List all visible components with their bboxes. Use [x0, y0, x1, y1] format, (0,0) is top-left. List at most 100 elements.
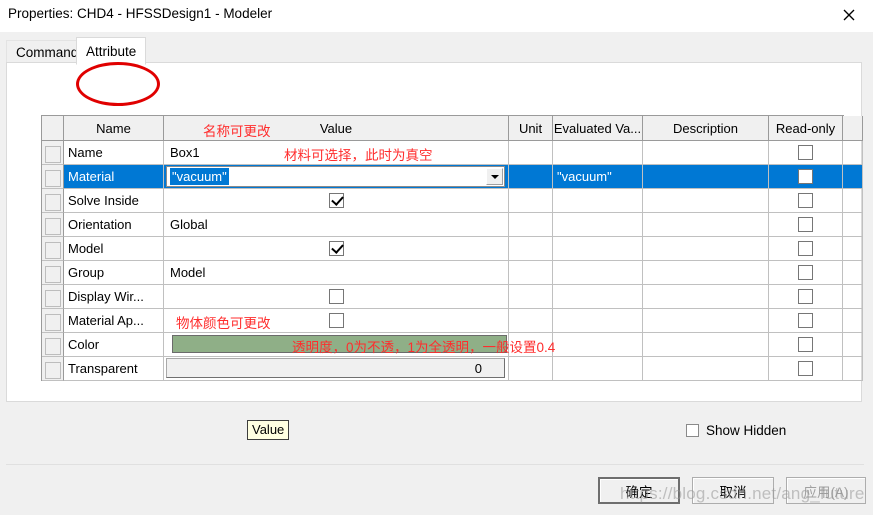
row-value-cell[interactable] [164, 189, 509, 213]
row-handle[interactable] [42, 165, 64, 189]
row-readonly-cell[interactable] [769, 141, 843, 165]
row-handle-box [44, 361, 61, 379]
row-description-cell[interactable] [643, 309, 769, 333]
table-row[interactable]: Orientation Global [42, 213, 863, 237]
readonly-checkbox[interactable] [798, 313, 813, 328]
column-header-evaluated[interactable]: Evaluated Va... [553, 116, 643, 141]
row-unit-cell [509, 309, 553, 333]
readonly-checkbox[interactable] [798, 193, 813, 208]
row-handle[interactable] [42, 261, 64, 285]
row-handle[interactable] [42, 237, 64, 261]
row-value-cell[interactable]: Global [164, 213, 509, 237]
row-handle[interactable] [42, 333, 64, 357]
model-checkbox[interactable] [328, 241, 344, 256]
title-bar: Properties: CHD4 - HFSSDesign1 - Modeler [0, 0, 873, 32]
row-handle-box [44, 241, 61, 259]
material-appearance-checkbox[interactable] [328, 313, 344, 328]
table-row[interactable]: Display Wir... [42, 285, 863, 309]
chevron-down-icon[interactable] [486, 168, 503, 185]
row-value-cell[interactable]: Box1 [164, 141, 509, 165]
row-description-cell[interactable] [643, 189, 769, 213]
row-value-cell[interactable]: 0 [164, 357, 509, 381]
row-readonly-cell[interactable] [769, 285, 843, 309]
row-description-cell[interactable] [643, 285, 769, 309]
readonly-checkbox[interactable] [798, 361, 813, 376]
readonly-checkbox[interactable] [798, 337, 813, 352]
show-hidden-option[interactable]: Show Hidden [686, 423, 786, 438]
readonly-checkbox[interactable] [798, 217, 813, 232]
row-label: Solve Inside [64, 189, 164, 213]
show-hidden-label: Show Hidden [706, 423, 787, 438]
column-header-unit[interactable]: Unit [509, 116, 553, 141]
row-description-cell[interactable] [643, 141, 769, 165]
table-row[interactable]: Material "vacuum" "vacuum" [42, 165, 863, 189]
table-row[interactable]: Color [42, 333, 863, 357]
row-tail-cell [843, 333, 863, 357]
ok-button[interactable]: 确定 [598, 477, 680, 504]
row-value-cell[interactable] [164, 237, 509, 261]
row-handle[interactable] [42, 309, 64, 333]
row-description-cell[interactable] [643, 333, 769, 357]
row-readonly-cell[interactable] [769, 189, 843, 213]
table-row[interactable]: Material Ap... [42, 309, 863, 333]
row-description-cell[interactable] [643, 213, 769, 237]
row-value-cell[interactable] [164, 285, 509, 309]
table-row[interactable]: Group Model [42, 261, 863, 285]
row-tail-cell [843, 165, 863, 189]
color-swatch[interactable] [172, 335, 507, 353]
row-handle[interactable] [42, 213, 64, 237]
row-description-cell[interactable] [643, 261, 769, 285]
show-hidden-checkbox[interactable] [686, 424, 699, 437]
row-readonly-cell[interactable] [769, 309, 843, 333]
readonly-checkbox[interactable] [798, 289, 813, 304]
cancel-button[interactable]: 取消 [692, 477, 774, 504]
column-header-name[interactable]: Name [64, 116, 164, 141]
row-description-cell[interactable] [643, 357, 769, 381]
row-value-cell[interactable]: Model [164, 261, 509, 285]
row-handle-box [44, 193, 61, 211]
tab-attribute-label: Attribute [86, 44, 137, 59]
row-value-cell[interactable] [164, 333, 509, 357]
row-unit-cell [509, 237, 553, 261]
row-handle[interactable] [42, 141, 64, 165]
material-combobox[interactable]: "vacuum" [166, 166, 505, 187]
row-readonly-cell[interactable] [769, 213, 843, 237]
row-readonly-cell[interactable] [769, 333, 843, 357]
solve-inside-checkbox[interactable] [328, 193, 344, 208]
button-bar-separator [6, 464, 864, 465]
tab-attribute[interactable]: Attribute [76, 37, 147, 65]
apply-button[interactable]: 应用(A) [786, 477, 866, 504]
row-handle[interactable] [42, 285, 64, 309]
row-description-cell[interactable] [643, 165, 769, 189]
readonly-checkbox[interactable] [798, 265, 813, 280]
transparent-slider[interactable]: 0 [166, 358, 505, 378]
row-handle[interactable] [42, 189, 64, 213]
row-value-cell[interactable] [164, 309, 509, 333]
row-readonly-cell[interactable] [769, 357, 843, 381]
row-value-text: Box1 [170, 145, 200, 160]
readonly-checkbox[interactable] [798, 241, 813, 256]
readonly-checkbox[interactable] [798, 169, 813, 184]
row-readonly-cell[interactable] [769, 261, 843, 285]
column-header-description[interactable]: Description [643, 116, 769, 141]
table-row[interactable]: Solve Inside [42, 189, 863, 213]
row-value-cell[interactable]: "vacuum" [164, 165, 509, 189]
row-readonly-cell[interactable] [769, 237, 843, 261]
grid-header-row: Name Value Unit Evaluated Va... Descript… [42, 116, 863, 141]
readonly-checkbox[interactable] [798, 145, 813, 160]
row-description-cell[interactable] [643, 237, 769, 261]
table-row[interactable]: Name Box1 [42, 141, 863, 165]
row-readonly-cell[interactable] [769, 165, 843, 189]
column-header-value[interactable]: Value [164, 116, 509, 141]
column-header-readonly[interactable]: Read-only [769, 116, 843, 141]
table-row[interactable]: Model [42, 237, 863, 261]
row-label: Material [64, 165, 164, 189]
row-handle-box [44, 313, 61, 331]
row-tail-cell [843, 285, 863, 309]
table-row[interactable]: Transparent 0 [42, 357, 863, 381]
window-title: Properties: CHD4 - HFSSDesign1 - Modeler [8, 6, 273, 21]
close-button[interactable] [831, 2, 867, 28]
row-handle-box [44, 169, 61, 187]
display-wireframe-checkbox[interactable] [328, 289, 344, 304]
row-handle[interactable] [42, 357, 64, 381]
